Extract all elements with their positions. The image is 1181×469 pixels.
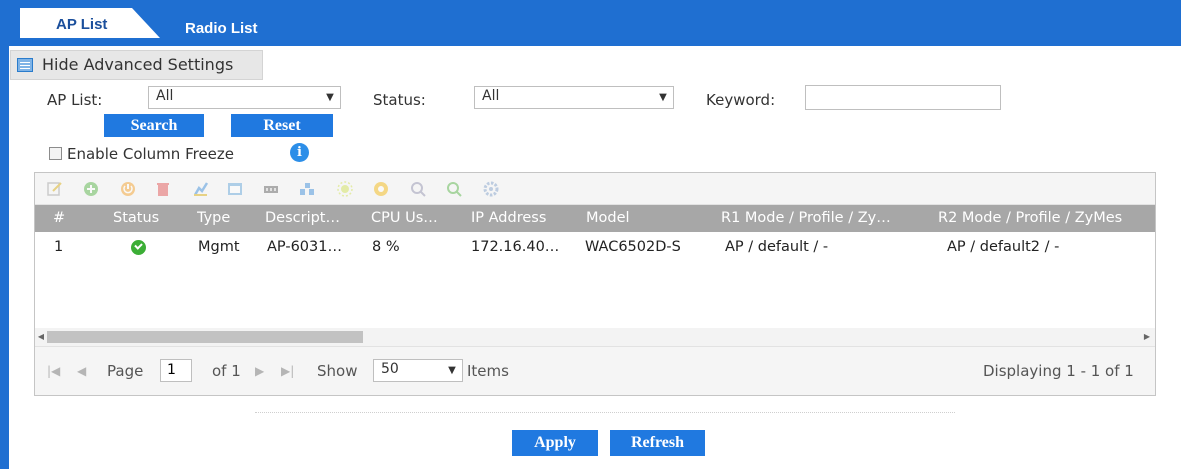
page-number-value: 1 xyxy=(167,362,176,378)
displaying-label: Displaying 1 - 1 of 1 xyxy=(983,362,1134,380)
tab-radio-list[interactable]: Radio List xyxy=(185,20,258,37)
page-size-select[interactable]: 50 ▼ xyxy=(373,359,463,382)
ap-list-select[interactable]: All ▼ xyxy=(148,86,341,109)
user-check-icon[interactable] xyxy=(446,181,462,197)
column-header-ip-address[interactable]: IP Address xyxy=(471,205,581,232)
scroll-left-icon[interactable]: ◀ xyxy=(35,328,47,346)
column-header-r1-mode[interactable]: R1 Mode / Profile / Zy… xyxy=(721,205,926,232)
search-button[interactable]: Search xyxy=(104,114,204,137)
horizontal-scrollbar[interactable]: ◀ ▶ xyxy=(35,328,1155,346)
page-size-value: 50 xyxy=(381,361,399,377)
cell-model: WAC6502D-S xyxy=(585,239,681,255)
keyword-label: Keyword: xyxy=(706,91,776,109)
delete-icon[interactable] xyxy=(155,181,171,197)
hide-advanced-settings-label: Hide Advanced Settings xyxy=(42,55,234,74)
show-label: Show xyxy=(317,362,358,380)
page-label: Page xyxy=(107,362,144,380)
cell-number: 1 xyxy=(54,239,64,255)
keyword-input[interactable] xyxy=(805,85,1001,110)
status-select[interactable]: All ▼ xyxy=(474,86,674,109)
column-header-r2-mode[interactable]: R2 Mode / Profile / ZyMes xyxy=(938,205,1155,232)
user-icon[interactable] xyxy=(193,181,209,197)
ap-list-label: AP List: xyxy=(47,91,103,109)
column-freeze-checkbox[interactable] xyxy=(49,147,62,160)
prev-page-icon[interactable]: ◀ xyxy=(77,361,86,381)
column-header-type[interactable]: Type xyxy=(197,205,257,232)
apply-button[interactable]: Apply xyxy=(512,430,598,456)
memory-icon[interactable] xyxy=(263,181,279,197)
refresh-button[interactable]: Refresh xyxy=(610,430,705,456)
power-icon[interactable] xyxy=(120,181,136,197)
status-label: Status: xyxy=(373,91,426,109)
add-icon[interactable] xyxy=(83,181,99,197)
chevron-down-icon: ▼ xyxy=(659,92,667,103)
network-icon[interactable] xyxy=(299,181,315,197)
window-icon[interactable] xyxy=(227,181,243,197)
table-header: # Status Type Descript… CPU Us… IP Addre… xyxy=(35,205,1155,232)
divider xyxy=(255,412,955,413)
cell-type: Mgmt xyxy=(198,239,240,255)
tab-ap-list[interactable]: AP List xyxy=(56,16,107,33)
scrollbar-thumb[interactable] xyxy=(47,331,363,343)
page-of-label: of 1 xyxy=(212,362,241,380)
hide-advanced-settings-button[interactable]: Hide Advanced Settings xyxy=(10,50,263,80)
scroll-right-icon[interactable]: ▶ xyxy=(1141,328,1153,346)
pagination-bar: |◀ ◀ Page 1 of 1 ▶ ▶| Show 50 ▼ Items Di… xyxy=(35,346,1155,395)
info-icon[interactable]: i xyxy=(290,143,309,162)
reset-button[interactable]: Reset xyxy=(231,114,333,137)
page-number-input[interactable]: 1 xyxy=(160,359,192,382)
items-label: Items xyxy=(467,362,509,380)
status-ok-icon xyxy=(131,240,146,255)
next-page-icon[interactable]: ▶ xyxy=(255,361,264,381)
column-header-number[interactable]: # xyxy=(53,205,83,232)
column-header-cpu[interactable]: CPU Us… xyxy=(371,205,461,232)
chevron-down-icon: ▼ xyxy=(448,365,456,376)
last-page-icon[interactable]: ▶| xyxy=(281,361,294,381)
status-select-value: All xyxy=(482,88,500,104)
list-icon xyxy=(17,58,33,72)
column-header-description[interactable]: Descript… xyxy=(265,205,365,232)
cell-description: AP-6031… xyxy=(267,239,342,255)
column-header-status[interactable]: Status xyxy=(113,205,183,232)
ap-table: # Status Type Descript… CPU Us… IP Addre… xyxy=(34,172,1156,396)
cell-r1-mode: AP / default / - xyxy=(725,239,829,255)
cell-ip-address: 172.16.40… xyxy=(471,239,560,255)
column-header-model[interactable]: Model xyxy=(586,205,696,232)
gear-icon[interactable] xyxy=(483,181,499,197)
column-freeze-label: Enable Column Freeze xyxy=(67,145,235,163)
ap-list-select-value: All xyxy=(156,88,174,104)
first-page-icon[interactable]: |◀ xyxy=(47,361,60,381)
cell-cpu: 8 % xyxy=(372,239,400,255)
table-row[interactable]: 1 Mgmt AP-6031… 8 % 172.16.40… WAC6502D-… xyxy=(35,232,1155,262)
chevron-down-icon: ▼ xyxy=(326,92,334,103)
sun-icon[interactable] xyxy=(337,181,353,197)
edit-icon[interactable] xyxy=(47,181,63,197)
circle-icon[interactable] xyxy=(373,181,389,197)
cell-r2-mode: AP / default2 / - xyxy=(947,239,1060,255)
table-toolbar xyxy=(35,173,1155,205)
search-user-icon[interactable] xyxy=(410,181,426,197)
